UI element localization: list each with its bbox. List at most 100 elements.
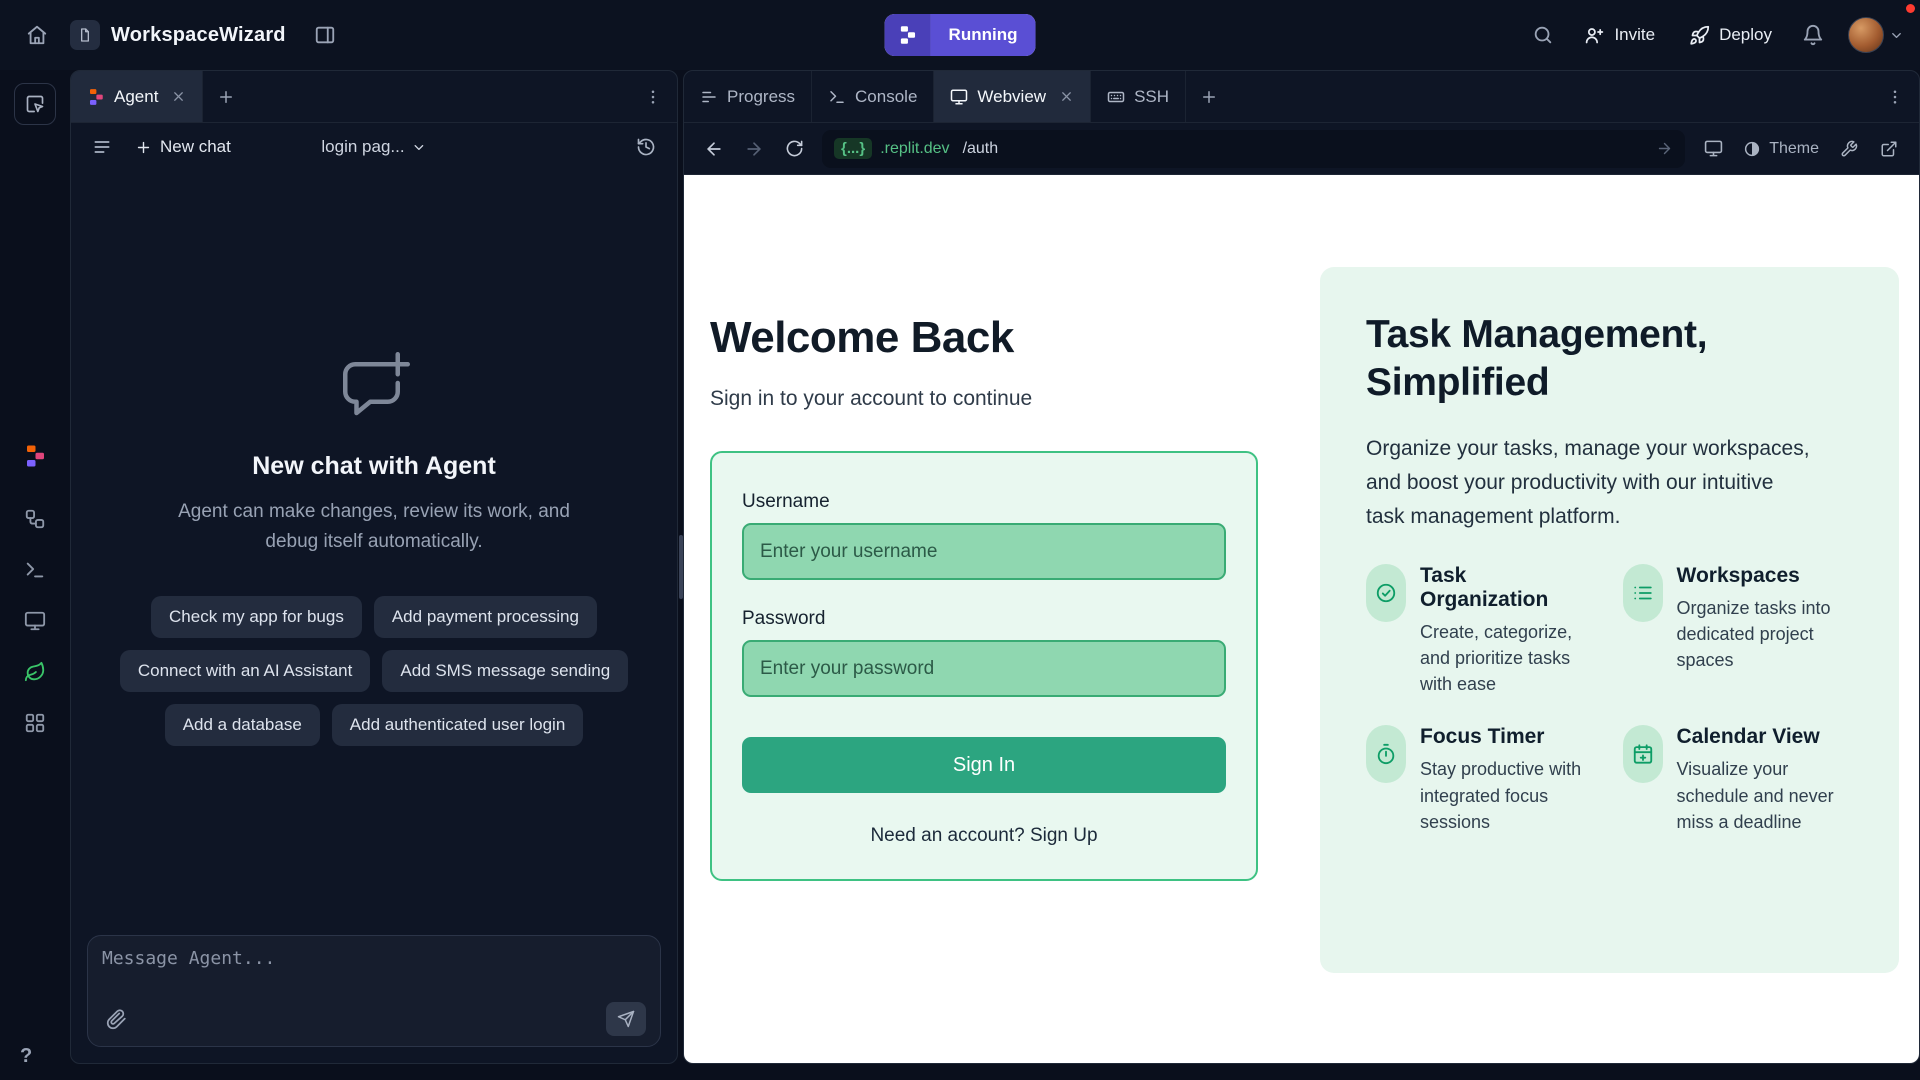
rail-workflows-button[interactable] [14, 500, 56, 538]
feature-title: Calendar View [1677, 725, 1854, 749]
close-icon[interactable] [171, 89, 186, 104]
suggestion-chip[interactable]: Add SMS message sending [382, 650, 628, 692]
rail-tools-button[interactable] [14, 704, 56, 742]
page-title: Welcome Back [710, 313, 1258, 363]
sign-in-button[interactable]: Sign In [742, 737, 1226, 793]
account-menu[interactable] [1848, 17, 1904, 53]
tab-webview-label: Webview [977, 87, 1046, 107]
close-icon[interactable] [1059, 89, 1074, 104]
tab-agent-label: Agent [114, 87, 158, 107]
send-icon [617, 1010, 635, 1028]
theme-button[interactable]: Theme [1733, 129, 1829, 169]
open-external-button[interactable] [1869, 129, 1909, 169]
topbar: WorkspaceWizard Running [0, 0, 1920, 70]
agent-panel-menu-button[interactable] [629, 71, 677, 122]
rail-webview-button[interactable] [14, 602, 56, 640]
tab-ssh[interactable]: SSH [1091, 71, 1186, 122]
promo-title: Task Management, Simplified [1366, 311, 1806, 406]
run-status-badge[interactable]: Running [885, 14, 1036, 56]
message-input[interactable] [102, 948, 646, 994]
rail-shell-button[interactable] [14, 551, 56, 589]
suggestion-chip[interactable]: Check my app for bugs [151, 596, 362, 638]
help-button[interactable]: ? [20, 1045, 32, 1068]
back-button[interactable] [694, 129, 734, 169]
sign-up-link[interactable]: Need an account? Sign Up [742, 825, 1226, 847]
leaf-icon [24, 661, 46, 683]
devtools-button[interactable] [1829, 129, 1869, 169]
monitor-icon [24, 610, 46, 632]
password-label: Password [742, 608, 1226, 630]
chat-history-button[interactable] [627, 128, 665, 166]
check-circle-icon [1366, 564, 1406, 622]
bell-icon [1802, 24, 1824, 46]
recording-indicator-dot [1906, 4, 1915, 13]
webview-panel-menu-button[interactable] [1871, 71, 1919, 122]
replit-logo-icon [885, 14, 931, 56]
project-file-icon [70, 20, 100, 50]
workspace: Agent [0, 70, 1920, 1080]
suggestion-chip[interactable]: Add authenticated user login [332, 704, 584, 746]
agent-tabbar: Agent [71, 71, 677, 123]
chat-selector-label: login pag... [321, 137, 404, 157]
monitor-icon [1704, 139, 1723, 158]
plus-icon [1200, 88, 1218, 106]
list-icon [92, 137, 112, 157]
search-icon [1532, 24, 1554, 46]
chevron-down-icon [412, 140, 427, 155]
grid-icon [24, 712, 46, 734]
feature-calendar-view: Calendar View Visualize your schedule an… [1623, 725, 1854, 834]
tab-ssh-label: SSH [1134, 87, 1169, 107]
chat-selector[interactable]: login pag... [321, 137, 426, 157]
auth-section: Welcome Back Sign in to your account to … [710, 175, 1258, 1063]
rail-deployments-button[interactable] [14, 653, 56, 691]
go-arrow-icon[interactable] [1656, 140, 1673, 157]
pane-select-button[interactable] [14, 83, 56, 125]
invite-button[interactable]: Invite [1570, 14, 1669, 56]
theme-half-circle-icon [1743, 140, 1761, 158]
url-path: /auth [963, 140, 999, 158]
url-input[interactable]: {...} .replit.dev /auth [822, 130, 1685, 168]
tab-progress[interactable]: Progress [684, 71, 812, 122]
tab-webview[interactable]: Webview [934, 71, 1091, 122]
new-chat-button[interactable]: New chat [125, 129, 241, 165]
rocket-icon [1689, 25, 1710, 46]
chat-header: New chat login pag... [71, 123, 677, 171]
chat-list-button[interactable] [83, 128, 121, 166]
tab-console[interactable]: Console [812, 71, 934, 122]
suggestion-chip[interactable]: Connect with an AI Assistant [120, 650, 371, 692]
feature-grid: Task Organization Create, categorize, an… [1366, 564, 1853, 835]
notifications-button[interactable] [1792, 14, 1834, 56]
cursor-pane-icon [25, 94, 45, 114]
username-field[interactable] [742, 523, 1226, 580]
attach-button[interactable] [102, 1005, 131, 1034]
suggestion-chip[interactable]: Add a database [165, 704, 320, 746]
new-tab-button[interactable] [1186, 71, 1232, 122]
suggestion-chips: Check my app for bugs Add payment proces… [92, 596, 657, 746]
project-title-group[interactable]: WorkspaceWizard [70, 20, 286, 50]
rail-agent-button[interactable] [14, 437, 56, 475]
external-link-icon [1880, 140, 1898, 158]
domain-badge: {...} [834, 138, 872, 159]
refresh-icon [785, 139, 804, 158]
composer-actions [102, 1002, 646, 1036]
suggestion-chip[interactable]: Add payment processing [374, 596, 597, 638]
forward-button[interactable] [734, 129, 774, 169]
tab-agent[interactable]: Agent [71, 71, 203, 122]
workflow-icon [24, 508, 46, 530]
list-icon [1623, 564, 1663, 622]
deploy-button[interactable]: Deploy [1675, 14, 1786, 56]
search-button[interactable] [1522, 14, 1564, 56]
empty-state-description: Agent can make changes, review its work,… [152, 497, 597, 556]
password-field[interactable] [742, 640, 1226, 697]
message-composer[interactable] [87, 935, 661, 1047]
layout-toggle-button[interactable] [304, 14, 346, 56]
home-button[interactable] [16, 14, 58, 56]
monitor-icon [950, 88, 968, 106]
theme-label: Theme [1769, 140, 1819, 158]
device-preview-button[interactable] [1693, 129, 1733, 169]
tool-rail-group [14, 437, 56, 742]
refresh-button[interactable] [774, 129, 814, 169]
send-button[interactable] [606, 1002, 646, 1036]
agent-empty-state: New chat with Agent Agent can make chang… [71, 171, 677, 923]
new-tab-button[interactable] [203, 71, 249, 122]
